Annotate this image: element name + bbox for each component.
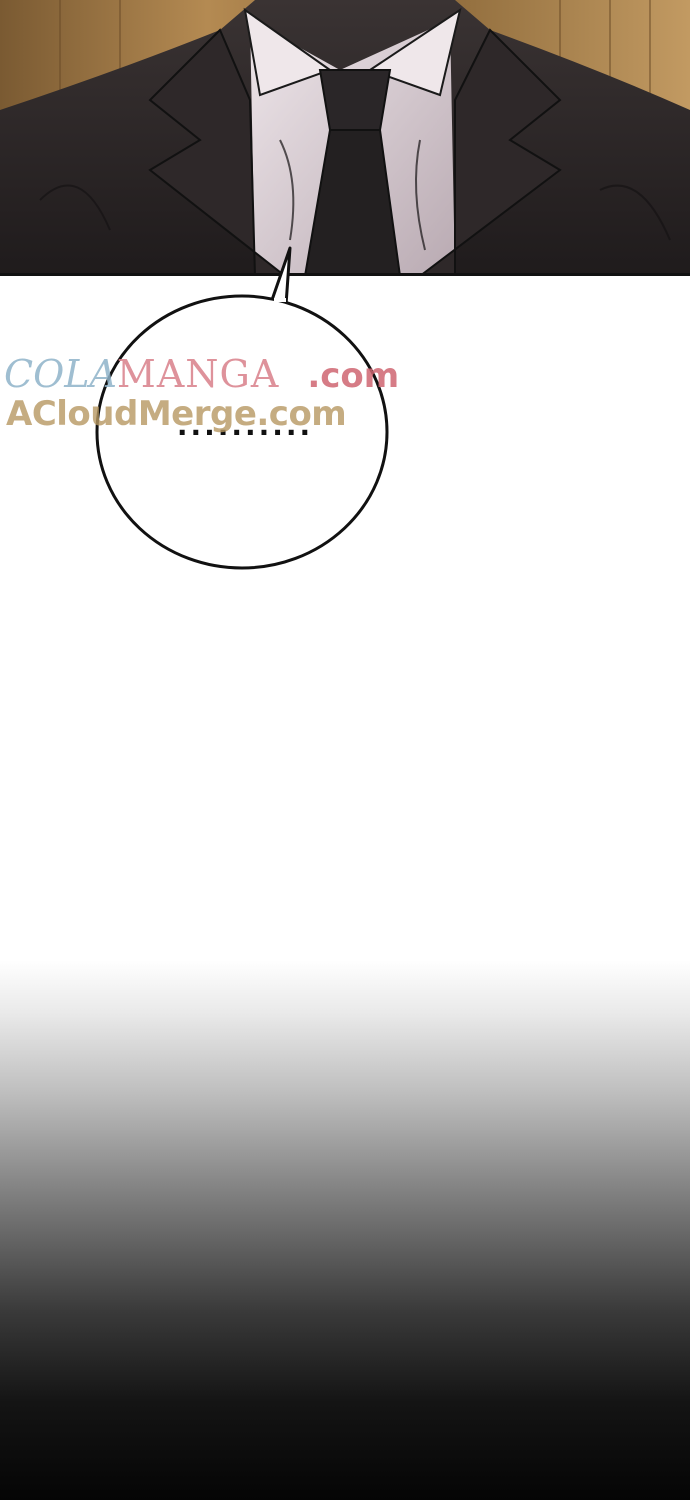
speech-bubble-shape <box>95 246 389 570</box>
watermark-cola-text: COLA <box>4 352 117 396</box>
watermark-manga-text: MANGA <box>116 352 280 396</box>
watermark-com-text: .com <box>307 356 400 396</box>
watermark-colamanga: COLAMANGA .com <box>4 352 399 396</box>
watermark-acloudmerge: ACloudMerge.com <box>6 394 347 434</box>
speech-bubble <box>0 0 690 600</box>
bottom-fade-gradient <box>0 960 690 1500</box>
